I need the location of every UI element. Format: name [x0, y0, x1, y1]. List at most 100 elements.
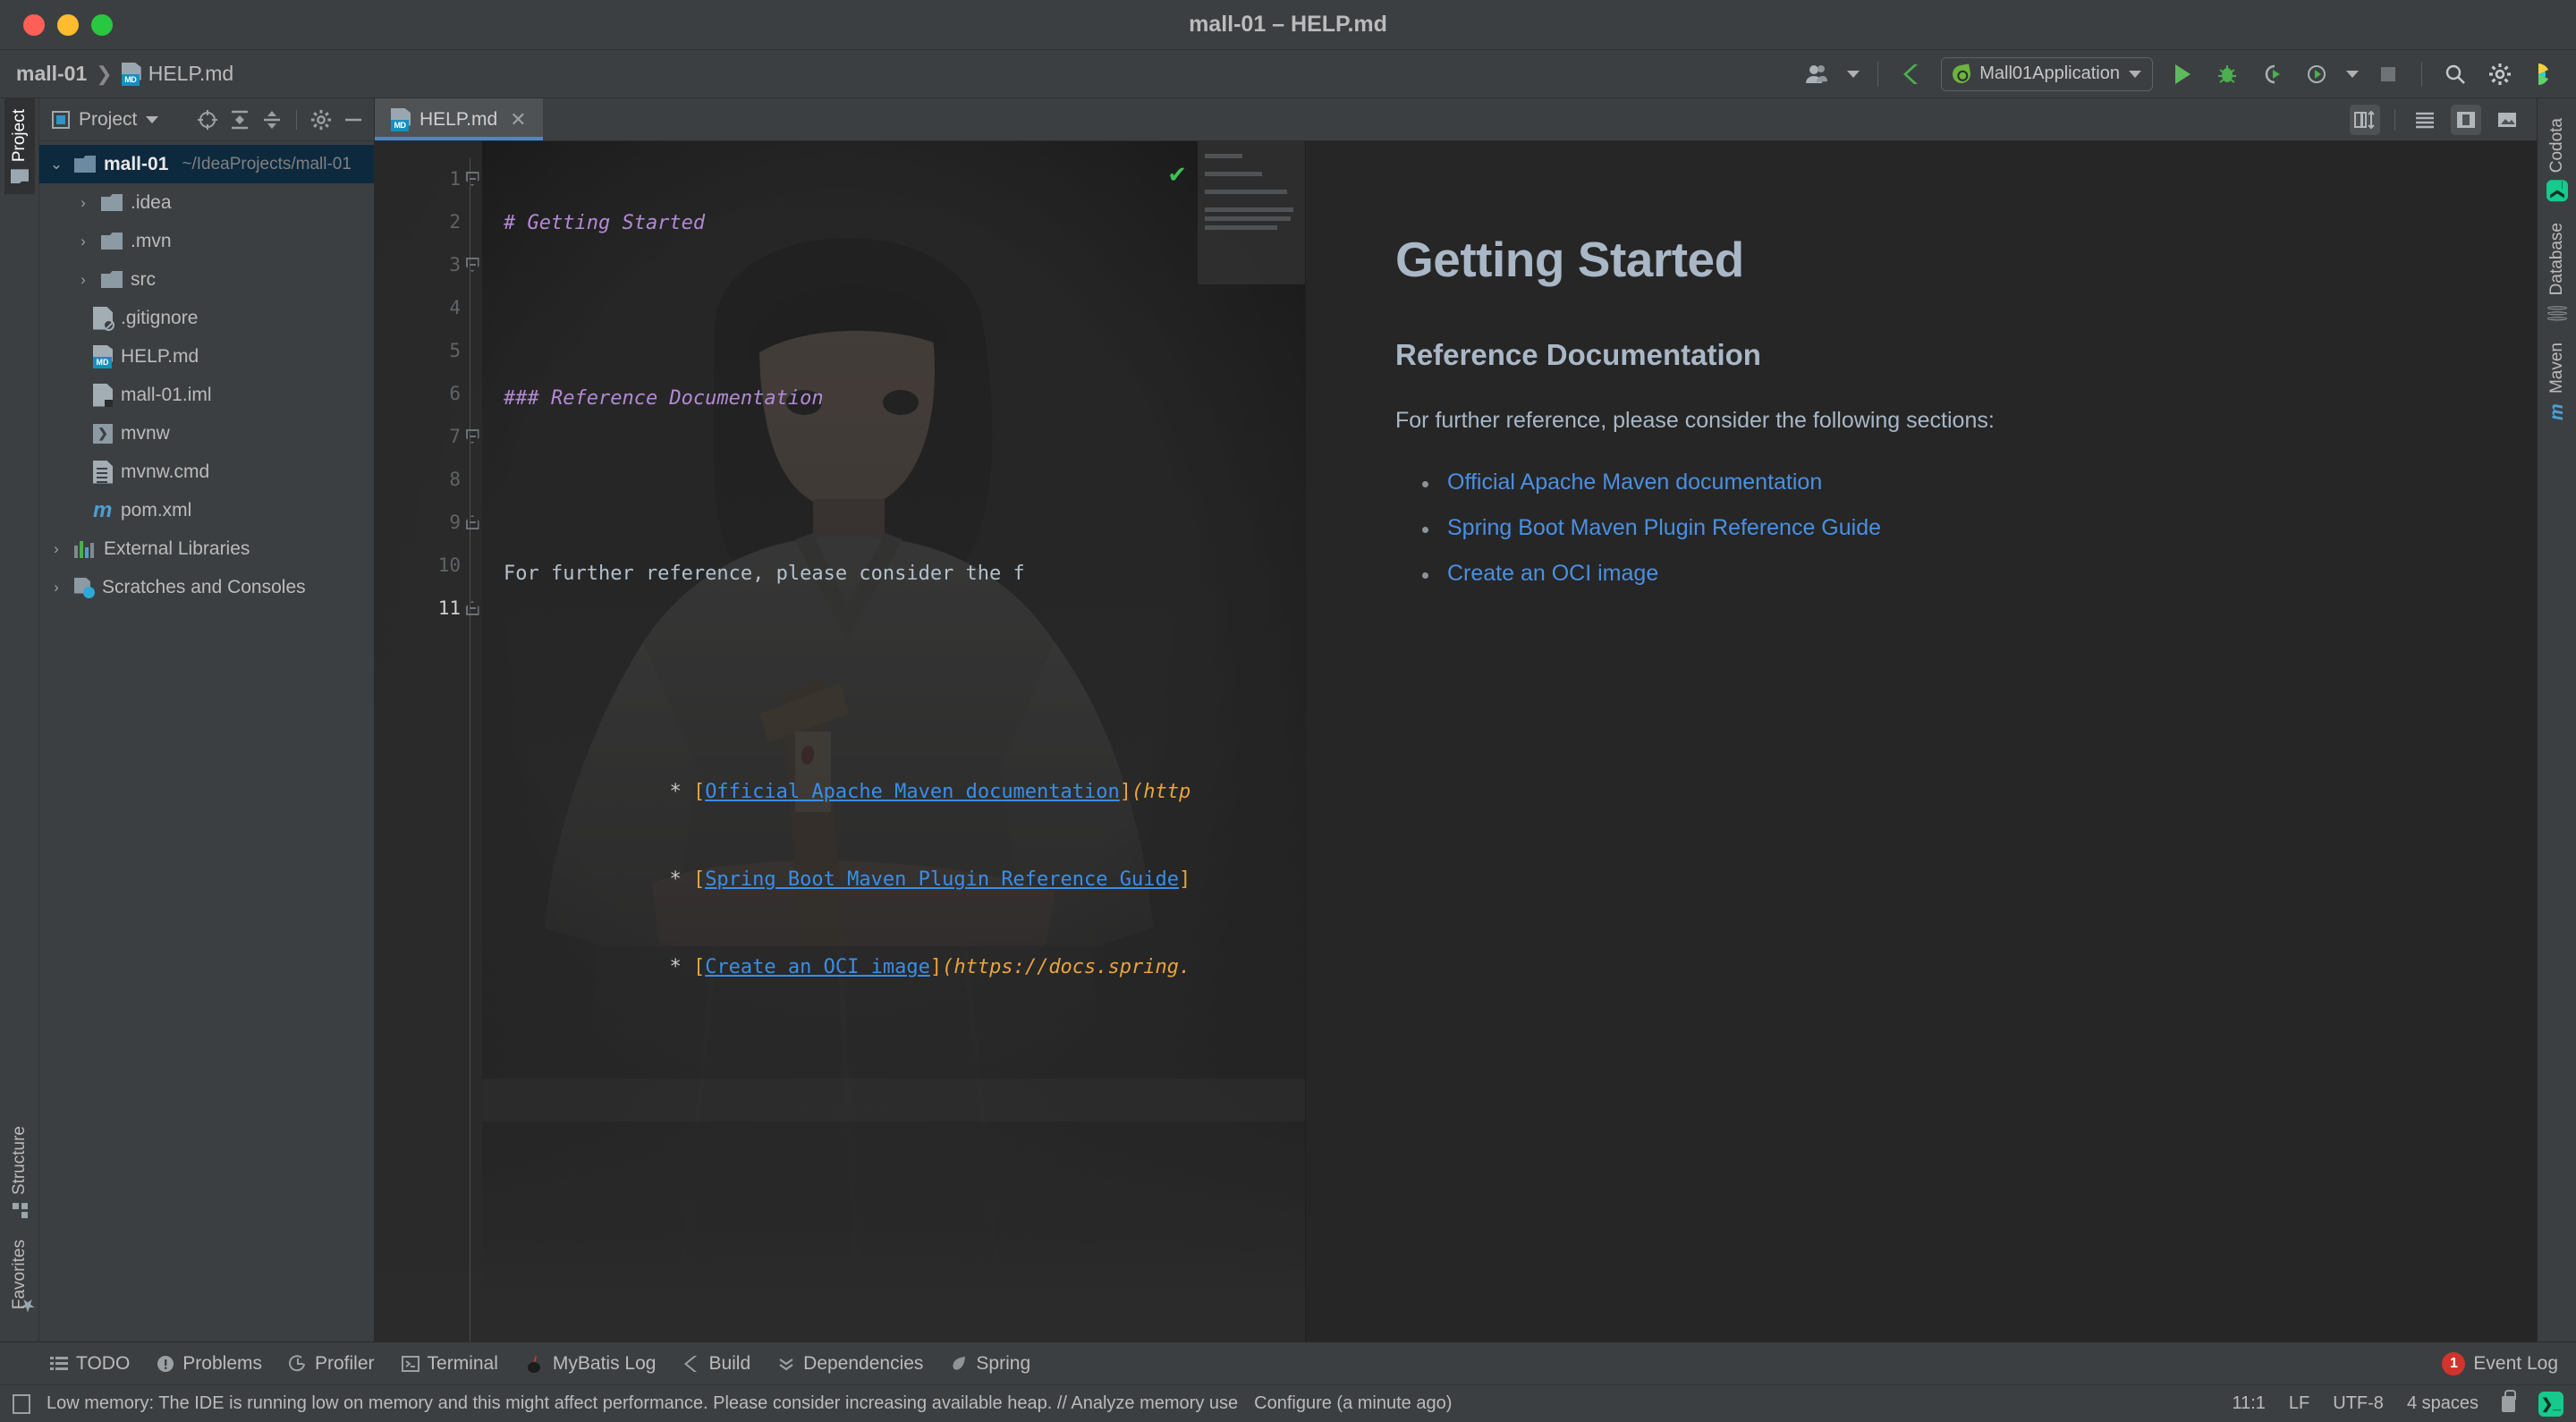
bottom-tab-build[interactable]: Build	[682, 1353, 750, 1375]
tree-row-scratches[interactable]: › Scratches and Consoles	[39, 568, 374, 606]
project-view-chevron-down-icon[interactable]	[146, 115, 159, 123]
tree-row-help-md[interactable]: MD HELP.md	[39, 337, 374, 376]
status-configure-link[interactable]: Configure (a minute ago)	[1254, 1393, 1452, 1414]
hide-panel-icon[interactable]	[342, 108, 365, 131]
run-configuration-selector[interactable]: Mall01Application	[1941, 56, 2153, 91]
bottom-tab-todo[interactable]: TODO	[50, 1353, 130, 1375]
debug-icon[interactable]	[2212, 59, 2242, 89]
indent-setting[interactable]: 4 spaces	[2407, 1393, 2479, 1414]
memory-indicator-icon[interactable]	[13, 1393, 30, 1414]
read-write-lock-icon[interactable]	[2502, 1389, 2516, 1412]
editor-minimap[interactable]	[1198, 141, 1305, 284]
sidebar-item-codota[interactable]: ❯_ Codota	[2541, 107, 2573, 212]
codota-terminal-icon[interactable]: ❯_	[2538, 1391, 2563, 1417]
caret-position[interactable]: 11:1	[2232, 1393, 2265, 1414]
preview-link[interactable]: Create an OCI image	[1422, 561, 2429, 587]
breadcrumb-project[interactable]: mall-01	[16, 62, 87, 86]
tree-row-external-libraries[interactable]: › External Libraries	[39, 529, 374, 568]
fold-marker[interactable]	[462, 415, 482, 458]
tree-row-src[interactable]: › src	[39, 260, 374, 299]
tree-row-iml[interactable]: mall-01.iml	[39, 376, 374, 414]
sidebar-item-maven[interactable]: m Maven	[2541, 332, 2573, 431]
tree-label: mall-01.iml	[121, 384, 212, 405]
chevron-right-icon[interactable]: ›	[73, 271, 93, 289]
bottom-tab-spring[interactable]: Spring	[950, 1353, 1030, 1375]
stop-icon[interactable]	[2373, 59, 2403, 89]
maximize-window-button[interactable]	[91, 13, 113, 36]
show-editor-and-preview-icon[interactable]	[2451, 104, 2481, 135]
show-editor-only-icon[interactable]	[2410, 105, 2440, 135]
fold-marker[interactable]	[462, 157, 482, 200]
source-code[interactable]: # Getting Started ### Reference Document…	[482, 157, 1305, 1166]
chevron-right-icon[interactable]: ›	[47, 540, 66, 558]
tree-row-mvnw[interactable]: ❯ mvnw	[39, 414, 374, 453]
toolbar-divider	[1877, 61, 1879, 87]
code-token-link[interactable]: Spring Boot Maven Plugin Reference Guide	[705, 868, 1179, 891]
profiler-icon[interactable]	[2301, 59, 2332, 89]
chevron-down-icon[interactable]: ⌄	[47, 156, 66, 174]
run-with-coverage-icon[interactable]	[2257, 59, 2287, 89]
sidebar-item-project[interactable]: Project	[4, 98, 35, 195]
show-preview-only-icon[interactable]	[2492, 105, 2522, 135]
expand-all-icon[interactable]	[228, 108, 251, 131]
close-window-button[interactable]	[23, 13, 45, 36]
bottom-tab-dependencies[interactable]: Dependencies	[777, 1353, 923, 1375]
fold-marker[interactable]	[462, 501, 482, 544]
settings-gear-icon[interactable]	[2485, 59, 2515, 89]
tree-label: mall-01	[104, 153, 169, 174]
chevron-right-icon[interactable]: ›	[73, 233, 93, 250]
line-separator[interactable]: LF	[2289, 1393, 2309, 1414]
tree-row-mvnw-cmd[interactable]: mvnw.cmd	[39, 453, 374, 491]
tree-row-idea[interactable]: › .idea	[39, 183, 374, 222]
fold-marker[interactable]	[462, 587, 482, 630]
close-tab-icon[interactable]: ✕	[510, 108, 526, 131]
minimize-window-button[interactable]	[57, 13, 79, 36]
split-sync-scroll-icon[interactable]	[2350, 104, 2380, 135]
breadcrumb-file[interactable]: HELP.md	[148, 62, 233, 86]
run-icon[interactable]	[2167, 59, 2198, 89]
bottom-tab-problems[interactable]: Problems	[157, 1353, 262, 1375]
ide-features-trainer-icon[interactable]	[2529, 59, 2560, 89]
file-encoding[interactable]: UTF-8	[2333, 1393, 2384, 1414]
event-log-button[interactable]: 1 Event Log	[2442, 1351, 2576, 1375]
sidebar-item-favorites[interactable]: ★ Favorites	[4, 1229, 38, 1327]
user-accounts-icon[interactable]	[1802, 59, 1833, 89]
code-token-link[interactable]: Create an OCI image	[705, 956, 930, 978]
preview-link[interactable]: Spring Boot Maven Plugin Reference Guide	[1422, 515, 2429, 541]
tree-row-mall-01[interactable]: ⌄ mall-01 ~/IdeaProjects/mall-01	[39, 145, 374, 183]
tree-row-gitignore[interactable]: .gitignore	[39, 299, 374, 337]
fold-marker[interactable]	[462, 243, 482, 286]
code-token-link[interactable]: Official Apache Maven documentation	[705, 781, 1120, 803]
inspection-status-icon[interactable]: ✔	[1167, 161, 1187, 189]
markdown-source-editor[interactable]: 1 2 3 4 5 6 7 8 9 10 11 # Getting Starte…	[375, 141, 1305, 1342]
select-opened-file-icon[interactable]	[196, 108, 219, 131]
bottom-tab-profiler[interactable]: Profiler	[289, 1353, 375, 1375]
tree-row-mvn[interactable]: › .mvn	[39, 222, 374, 260]
search-everywhere-icon[interactable]	[2440, 59, 2470, 89]
code-token-bracket: [	[692, 781, 706, 803]
sidebar-item-structure[interactable]: Structure	[4, 1115, 35, 1229]
run-configuration-label: Mall01Application	[1979, 63, 2120, 83]
bottom-tab-mybatis-log[interactable]: MyBatis Log	[525, 1352, 657, 1375]
vcs-update-icon[interactable]	[1896, 59, 1927, 89]
panel-settings-gear-icon[interactable]	[309, 108, 333, 131]
preview-link[interactable]: Official Apache Maven documentation	[1422, 470, 2429, 495]
sidebar-item-database[interactable]: Database	[2542, 212, 2572, 331]
preview-paragraph: For further reference, please consider t…	[1395, 408, 1995, 433]
profiler-caret-icon[interactable]	[2346, 70, 2359, 78]
status-message[interactable]: Low memory: The IDE is running low on me…	[47, 1393, 1238, 1414]
window-title: mall-01 – HELP.md	[1189, 12, 1387, 37]
tree-label: Scratches and Consoles	[102, 576, 306, 597]
editor-area: MD HELP.md ✕ 1 2 3 4 5 6 7 8 9 10 11 # G…	[375, 98, 2537, 1342]
tree-row-pom-xml[interactable]: m pom.xml	[39, 491, 374, 529]
tab-help-md[interactable]: MD HELP.md ✕	[375, 98, 543, 140]
chevron-right-icon[interactable]: ›	[73, 194, 93, 212]
bottom-tab-label: MyBatis Log	[552, 1352, 657, 1374]
status-bar-right: 11:1 LF UTF-8 4 spaces ❯_	[2232, 1389, 2576, 1417]
iml-file-icon	[93, 383, 113, 407]
collapse-all-icon[interactable]	[260, 108, 284, 131]
bottom-tool-window-bar: TODO Problems Profiler Terminal MyBatis …	[0, 1342, 2576, 1384]
user-accounts-caret-icon[interactable]	[1847, 70, 1860, 78]
chevron-right-icon[interactable]: ›	[47, 579, 66, 597]
bottom-tab-terminal[interactable]: Terminal	[401, 1353, 498, 1375]
